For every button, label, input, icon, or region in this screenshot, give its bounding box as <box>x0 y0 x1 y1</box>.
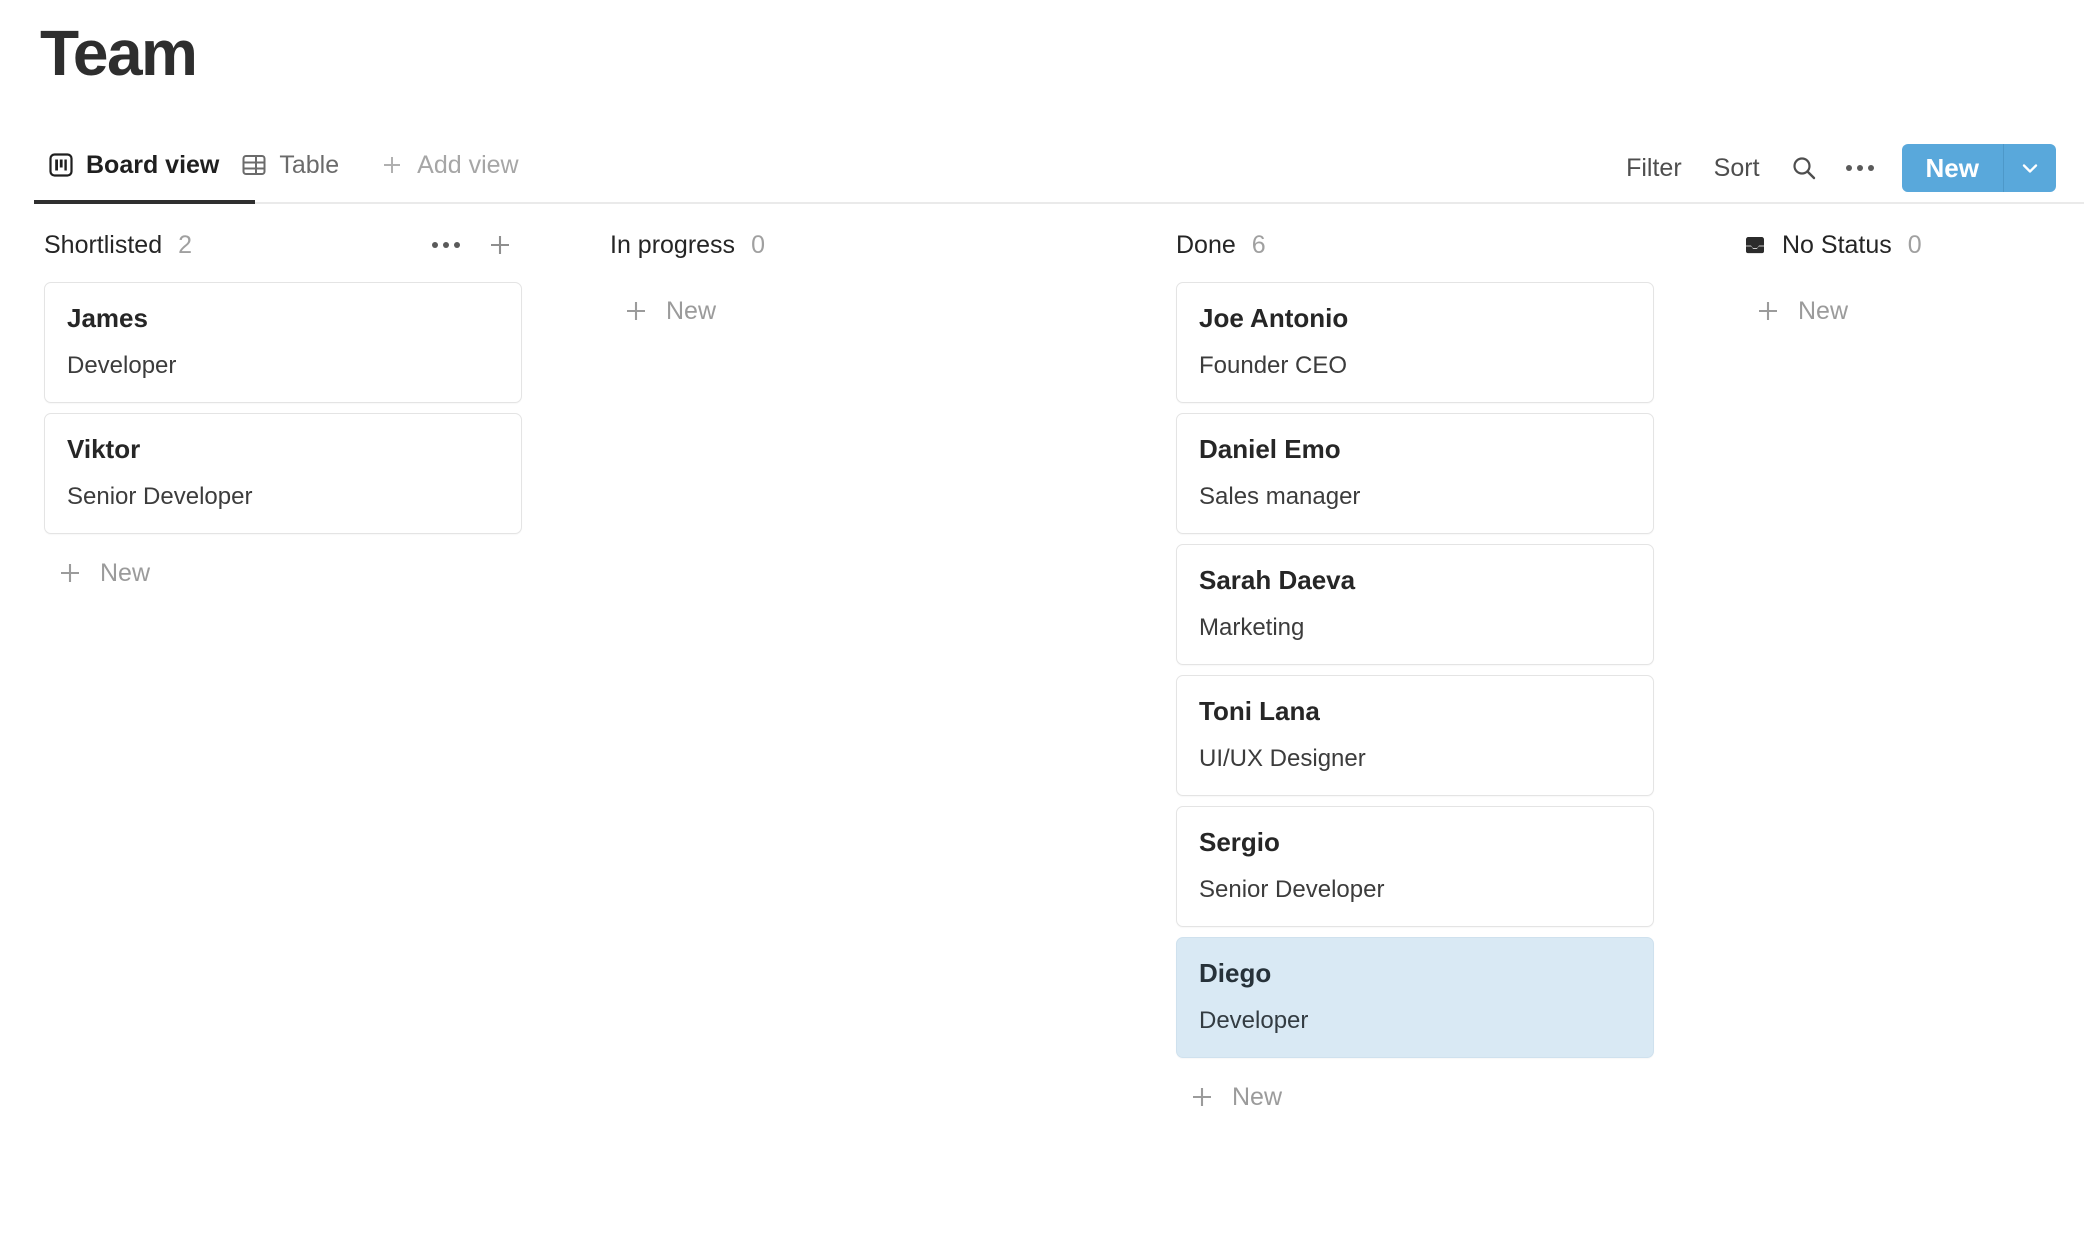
column-count: 6 <box>1252 230 1266 260</box>
toolbar-divider <box>34 202 2084 204</box>
card-subtitle: Founder CEO <box>1199 352 1631 380</box>
tab-add-view-label: Add view <box>417 150 518 180</box>
tab-board-view[interactable]: Board view <box>48 144 241 186</box>
board-column-in-progress: In progress 0 New <box>566 222 1132 340</box>
board-card[interactable]: Sarah Daeva Marketing <box>1176 544 1654 665</box>
column-title: In progress <box>610 230 735 260</box>
card-title: Joe Antonio <box>1199 303 1631 334</box>
chevron-down-icon <box>2018 156 2042 180</box>
tab-add-view[interactable]: Add view <box>361 144 540 186</box>
new-button[interactable]: New <box>1902 144 2004 192</box>
view-tabs: Board view Table <box>48 144 541 186</box>
more-horizontal-icon <box>1846 165 1874 171</box>
board-card[interactable]: Diego Developer <box>1176 937 1654 1058</box>
more-horizontal-icon <box>432 242 460 248</box>
tab-table-label: Table <box>279 150 339 180</box>
add-new-card-button[interactable]: New <box>44 544 522 602</box>
add-new-card-label: New <box>666 296 716 326</box>
board-columns: Shortlisted 2 James Developer Viktor Senior D… <box>0 222 2084 1246</box>
tab-table[interactable]: Table <box>241 144 361 186</box>
add-new-card-button[interactable]: New <box>610 282 1088 340</box>
add-new-card-label: New <box>100 558 150 588</box>
card-subtitle: Senior Developer <box>1199 876 1631 904</box>
toolbar: Board view Table <box>0 132 2084 204</box>
active-tab-underline <box>34 200 255 204</box>
column-title: No Status <box>1782 230 1892 260</box>
board-card[interactable]: Sergio Senior Developer <box>1176 806 1654 927</box>
column-header: In progress 0 <box>610 222 1088 268</box>
card-title: Toni Lana <box>1199 696 1631 727</box>
card-title: Diego <box>1199 958 1631 989</box>
board-column-no-status: No Status 0 New <box>1698 222 2084 340</box>
board-card[interactable]: Daniel Emo Sales manager <box>1176 413 1654 534</box>
inbox-icon <box>1742 232 1768 258</box>
search-button[interactable] <box>1776 148 1832 188</box>
board-card[interactable]: James Developer <box>44 282 522 403</box>
tab-board-view-label: Board view <box>86 150 219 180</box>
card-subtitle: Senior Developer <box>67 483 499 511</box>
card-title: Viktor <box>67 434 499 465</box>
sort-button[interactable]: Sort <box>1698 147 1776 189</box>
board-page: Team Board view <box>0 0 2084 1246</box>
plus-icon <box>1188 1083 1216 1111</box>
column-title: Shortlisted <box>44 230 162 260</box>
column-add-card-button[interactable] <box>482 227 518 263</box>
board-card[interactable]: Viktor Senior Developer <box>44 413 522 534</box>
column-count: 0 <box>1908 230 1922 260</box>
board-column-shortlisted: Shortlisted 2 James Developer Viktor Senior D… <box>0 222 566 602</box>
card-title: Sarah Daeva <box>1199 565 1631 596</box>
card-subtitle: Developer <box>67 352 499 380</box>
card-subtitle: UI/UX Designer <box>1199 745 1631 773</box>
table-icon <box>241 152 267 178</box>
page-title: Team <box>40 16 196 90</box>
column-header: Done 6 <box>1176 222 1654 268</box>
search-icon <box>1790 154 1818 182</box>
new-button-group: New <box>1902 144 2056 192</box>
add-new-card-label: New <box>1798 296 1848 326</box>
card-subtitle: Sales manager <box>1199 483 1631 511</box>
add-new-card-label: New <box>1232 1082 1282 1112</box>
plus-icon <box>622 297 650 325</box>
plus-icon <box>1754 297 1782 325</box>
board-card[interactable]: Toni Lana UI/UX Designer <box>1176 675 1654 796</box>
board-card[interactable]: Joe Antonio Founder CEO <box>1176 282 1654 403</box>
more-options-button[interactable] <box>1832 159 1888 177</box>
column-header-actions <box>428 227 518 263</box>
plus-icon <box>379 152 405 178</box>
card-subtitle: Developer <box>1199 1007 1631 1035</box>
toolbar-actions: Filter Sort New <box>1610 144 2056 192</box>
column-header: No Status 0 <box>1742 222 2040 268</box>
column-count: 2 <box>178 230 192 260</box>
filter-button[interactable]: Filter <box>1610 147 1698 189</box>
column-header: Shortlisted 2 <box>44 222 522 268</box>
column-count: 0 <box>751 230 765 260</box>
column-more-button[interactable] <box>428 238 464 252</box>
new-button-dropdown[interactable] <box>2004 144 2056 192</box>
add-new-card-button[interactable]: New <box>1176 1068 1654 1126</box>
board-column-done: Done 6 Joe Antonio Founder CEO Daniel Emo Sal… <box>1132 222 1698 1126</box>
card-title: Daniel Emo <box>1199 434 1631 465</box>
card-title: Sergio <box>1199 827 1631 858</box>
column-title: Done <box>1176 230 1236 260</box>
card-title: James <box>67 303 499 334</box>
plus-icon <box>56 559 84 587</box>
card-subtitle: Marketing <box>1199 614 1631 642</box>
board-view-icon <box>48 152 74 178</box>
add-new-card-button[interactable]: New <box>1742 282 2040 340</box>
